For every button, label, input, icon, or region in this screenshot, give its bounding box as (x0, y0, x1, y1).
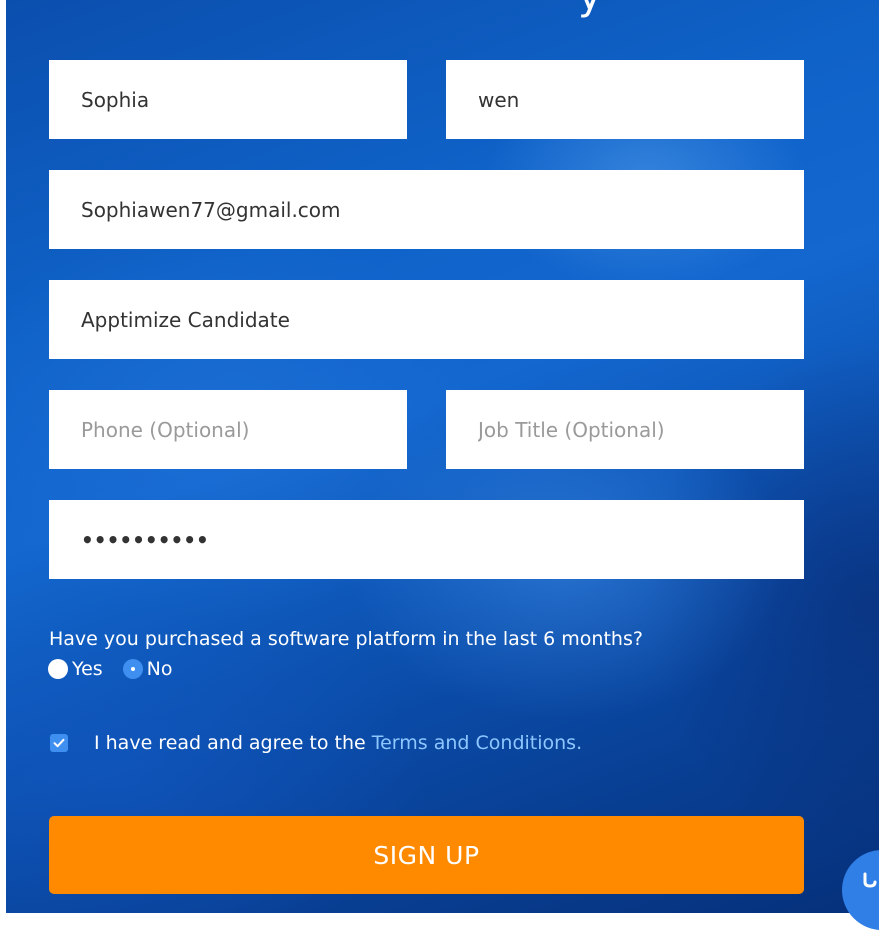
radio-no-label[interactable]: No (147, 658, 173, 680)
terms-and-conditions-link[interactable]: Terms and Conditions. (372, 732, 582, 754)
terms-checkbox[interactable] (50, 734, 68, 752)
last-name-input[interactable] (478, 87, 772, 112)
company-field[interactable] (49, 280, 804, 359)
first-name-field[interactable] (49, 60, 407, 139)
purchase-question-label: Have you purchased a software platform i… (49, 628, 643, 650)
radio-yes[interactable] (48, 659, 68, 679)
terms-text: I have read and agree to the (94, 732, 366, 754)
email-field[interactable] (49, 170, 804, 249)
purchase-radio-group: Yes No (48, 656, 193, 682)
chat-bubble-icon (863, 872, 877, 888)
password-field[interactable] (49, 500, 804, 579)
first-name-input[interactable] (81, 87, 375, 112)
job-title-field[interactable] (446, 390, 804, 469)
check-icon (53, 738, 65, 748)
password-input[interactable] (81, 527, 772, 552)
sign-up-button[interactable]: SIGN UP (49, 816, 804, 894)
phone-field[interactable] (49, 390, 407, 469)
job-title-input[interactable] (478, 417, 772, 442)
phone-input[interactable] (81, 417, 375, 442)
radio-yes-label[interactable]: Yes (72, 658, 103, 680)
email-input[interactable] (81, 197, 772, 222)
company-input[interactable] (81, 307, 772, 332)
last-name-field[interactable] (446, 60, 804, 139)
radio-no[interactable] (122, 659, 143, 679)
terms-row: I have read and agree to the Terms and C… (50, 730, 582, 756)
headline-fragment: y (578, 0, 604, 16)
